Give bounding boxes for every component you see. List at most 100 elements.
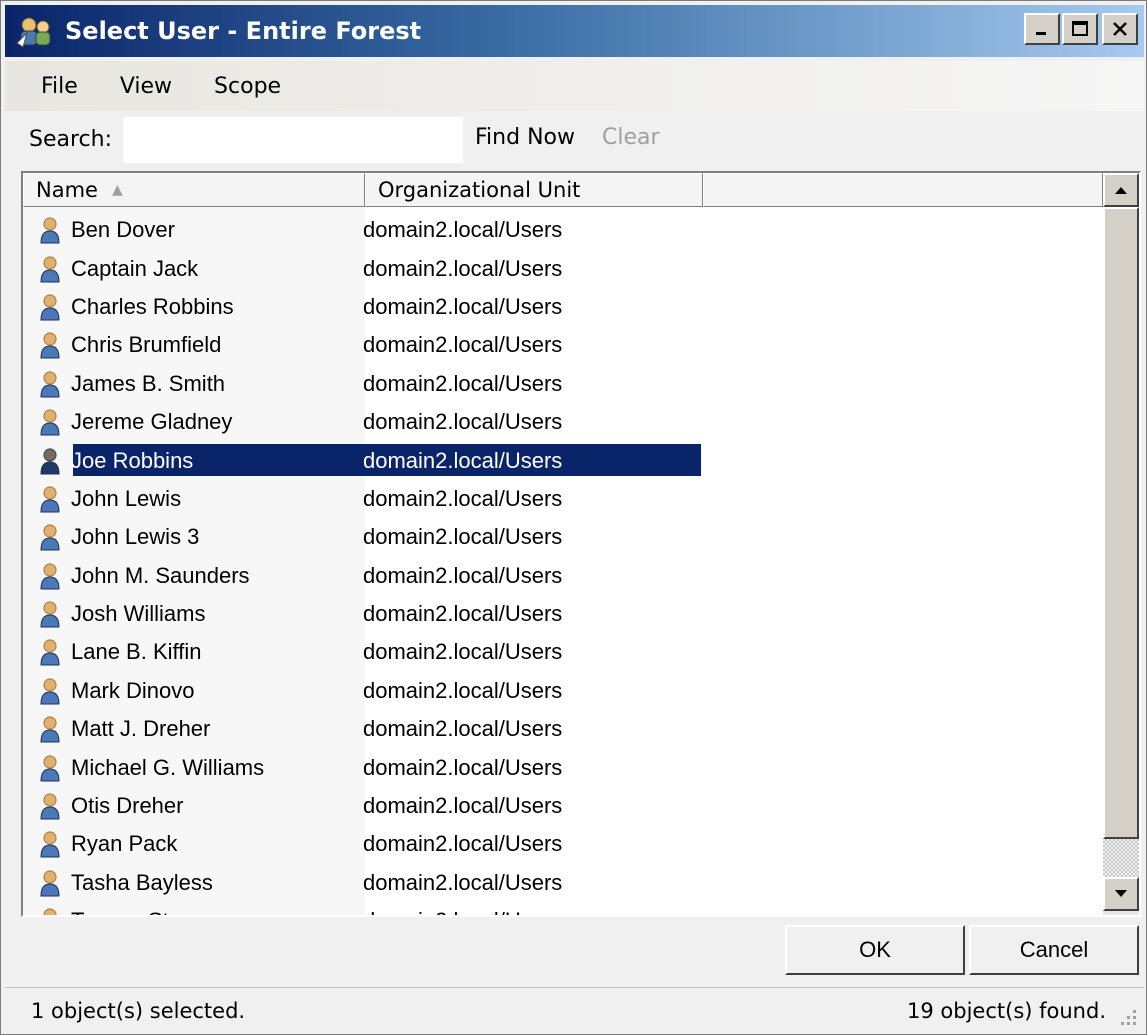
scroll-down-arrow-icon — [1115, 890, 1127, 897]
ok-button[interactable]: OK — [785, 925, 965, 975]
list-item[interactable]: Ben Dover domain2.local/Users — [23, 211, 1103, 249]
list-item[interactable]: John Lewis domain2.local/Users — [23, 480, 1103, 518]
list-item[interactable]: Josh Williams domain2.local/Users — [23, 595, 1103, 633]
resize-grip-icon[interactable] — [1116, 1005, 1138, 1027]
user-name: Josh Williams — [71, 601, 206, 627]
user-name: Chris Brumfield — [71, 332, 222, 358]
list-item[interactable]: Lane B. Kiffin domain2.local/Users — [23, 633, 1103, 671]
list-item[interactable]: John Lewis 3 domain2.local/Users — [23, 518, 1103, 556]
list-item[interactable]: Ryan Pack domain2.local/Users — [23, 825, 1103, 863]
scroll-up-button[interactable] — [1103, 173, 1139, 207]
user-name: Ryan Pack — [71, 831, 178, 857]
user-ou: domain2.local/Users — [363, 293, 563, 319]
user-name: John M. Saunders — [71, 562, 250, 588]
scroll-up-arrow-icon — [1115, 187, 1127, 194]
list-item[interactable]: Tommy St...domain2.local/Users — [23, 902, 1103, 915]
column-header-ou[interactable]: Organizational Unit — [365, 173, 703, 207]
maximize-icon — [1072, 21, 1088, 36]
user-ou: domain2.local/Users — [363, 485, 563, 511]
found-count: 19 object(s) found. — [907, 998, 1106, 1023]
user-ou: domain2.local/Users — [363, 869, 563, 895]
user-icon — [37, 676, 63, 706]
user-icon — [37, 522, 63, 552]
user-ou: domain2.local/Users — [363, 754, 563, 780]
user-ou: domain2.local/Users — [363, 524, 563, 550]
user-icon — [37, 446, 63, 476]
user-ou: domain2.local/Users — [363, 793, 563, 819]
user-ou: domain2.local/Users — [363, 447, 563, 473]
user-icon — [37, 215, 63, 245]
title-bar[interactable]: Select User - Entire Forest — [5, 5, 1144, 57]
maximize-button[interactable] — [1062, 13, 1098, 45]
list-item[interactable]: Joe Robbins domain2.local/Users — [23, 441, 1103, 479]
close-button[interactable] — [1102, 13, 1138, 45]
window-title: Select User - Entire Forest — [65, 17, 422, 45]
results-list[interactable]: Name ▲ Organizational Unit Ben Dover doma… — [21, 171, 1141, 917]
list-item[interactable]: Chris Brumfield domain2.local/Users — [23, 326, 1103, 364]
user-ou: domain2.local/Users — [363, 217, 563, 243]
menu-bar: File View Scope — [5, 61, 1144, 111]
user-name: Michael G. Williams — [71, 754, 265, 780]
user-icon — [37, 561, 63, 591]
results-list-content: Name ▲ Organizational Unit Ben Dover doma… — [23, 173, 1103, 915]
user-icon — [37, 791, 63, 821]
user-name: John Lewis — [71, 485, 182, 511]
user-ou: domain2.local/Users — [363, 831, 563, 857]
column-header-name[interactable]: Name ▲ — [23, 173, 365, 207]
select-user-icon — [15, 13, 55, 49]
user-icon — [37, 369, 63, 399]
clear-button[interactable]: Clear — [602, 125, 660, 150]
search-bar: Search: Find Now Clear — [5, 113, 1144, 165]
window-controls — [1022, 13, 1138, 45]
user-ou: domain2.local/Users — [363, 601, 563, 627]
list-item[interactable]: Charles Robbins domain2.local/Users — [23, 288, 1103, 326]
user-name: Ben Dover — [71, 217, 175, 243]
user-ou: domain2.local/Users — [351, 908, 691, 915]
user-icon — [37, 254, 63, 284]
scrollbar-thumb[interactable] — [1103, 207, 1139, 839]
list-rows: Ben Dover domain2.local/Users Captain Jack… — [23, 211, 1103, 915]
list-item[interactable]: James B. Smith domain2.local/Users — [23, 365, 1103, 403]
menu-file[interactable]: File — [41, 74, 78, 99]
scrollbar-track[interactable] — [1103, 839, 1139, 881]
list-header: Name ▲ Organizational Unit — [23, 173, 1103, 207]
search-label: Search: — [29, 126, 112, 152]
user-icon — [37, 829, 63, 859]
list-item[interactable]: Jereme Gladney domain2.local/Users — [23, 403, 1103, 441]
user-name: James B. Smith — [71, 370, 226, 396]
list-item[interactable]: Matt J. Dreher domain2.local/Users — [23, 710, 1103, 748]
user-name: Otis Dreher — [71, 793, 184, 819]
user-ou: domain2.local/Users — [363, 332, 563, 358]
select-user-dialog: Select User - Entire Forest File View Sc… — [0, 0, 1147, 1035]
user-name: Tommy St... — [63, 908, 351, 915]
user-name: John Lewis 3 — [71, 524, 200, 550]
user-name: Joe Robbins — [71, 447, 194, 473]
user-name: Tasha Bayless — [71, 869, 213, 895]
find-now-button[interactable]: Find Now — [475, 125, 575, 150]
menu-scope[interactable]: Scope — [214, 74, 281, 99]
list-item[interactable]: Captain Jack domain2.local/Users — [23, 249, 1103, 287]
minimize-button[interactable] — [1024, 13, 1060, 45]
menu-view[interactable]: View — [120, 74, 172, 99]
scroll-down-button[interactable] — [1103, 877, 1139, 911]
close-icon — [1113, 22, 1127, 36]
cancel-button[interactable]: Cancel — [969, 925, 1139, 975]
minimize-icon — [1036, 32, 1046, 35]
search-input[interactable] — [123, 117, 463, 163]
selected-count: 1 object(s) selected. — [31, 998, 246, 1023]
list-item[interactable]: Tasha Bayless domain2.local/Users — [23, 864, 1103, 902]
user-ou: domain2.local/Users — [363, 639, 563, 665]
column-header-empty[interactable] — [703, 173, 1103, 207]
list-item[interactable]: Mark Dinovo domain2.local/Users — [23, 672, 1103, 710]
user-icon — [37, 599, 63, 629]
user-ou: domain2.local/Users — [363, 677, 563, 703]
list-item[interactable]: John M. Saunders domain2.local/Users — [23, 557, 1103, 595]
user-icon — [37, 292, 63, 322]
vertical-scrollbar[interactable] — [1103, 173, 1139, 915]
user-icon — [37, 714, 63, 744]
user-name: Lane B. Kiffin — [71, 639, 202, 665]
list-item[interactable]: Otis Dreher domain2.local/Users — [23, 787, 1103, 825]
user-ou: domain2.local/Users — [363, 409, 563, 435]
user-icon — [37, 484, 63, 514]
list-item[interactable]: Michael G. Williams domain2.local/Users — [23, 748, 1103, 786]
